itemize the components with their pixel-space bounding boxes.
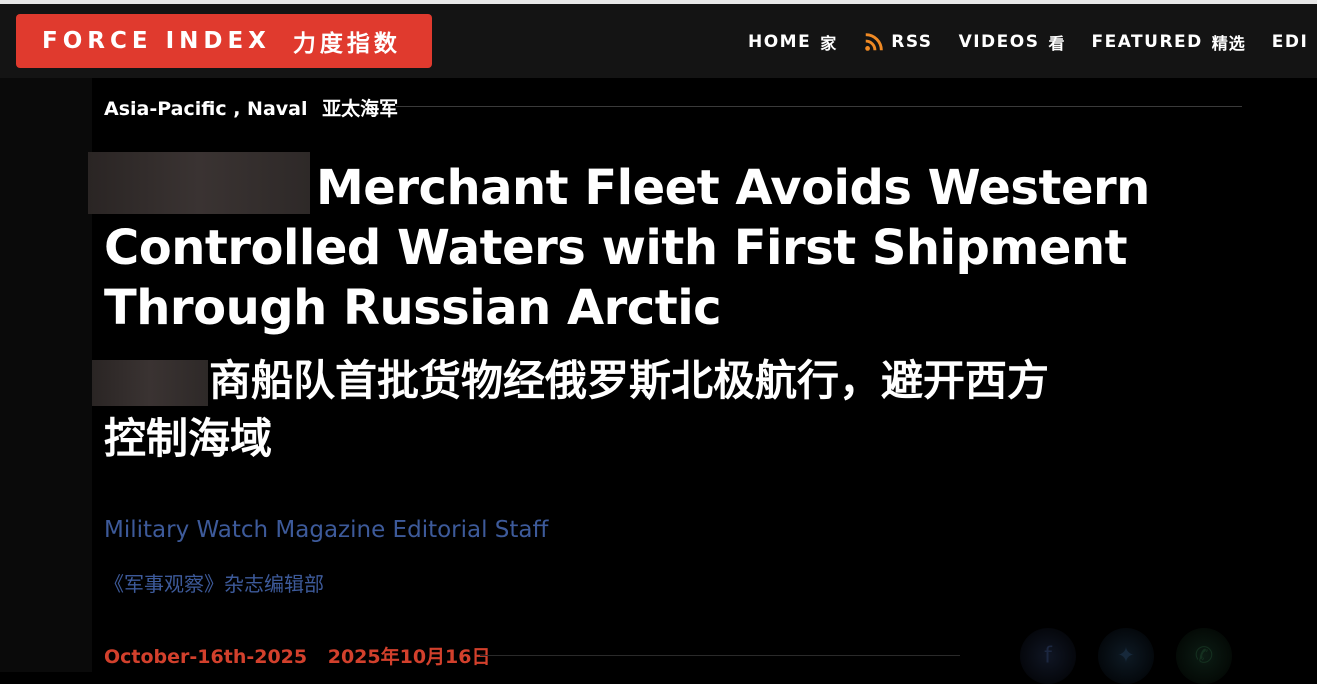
nav-item-videos[interactable]: VIDEOS 看 — [959, 30, 1066, 54]
share-whatsapp-button[interactable]: ✆ — [1176, 628, 1232, 684]
nav-item-label-zh: 精选 — [1211, 34, 1246, 53]
whatsapp-icon: ✆ — [1194, 643, 1214, 669]
nav-item-label: VIDEOS — [958, 32, 1040, 52]
title-text-zh: 商船队首批货物经俄罗斯北极航行，避开西方控制海域 — [104, 356, 1050, 463]
nav-item-editorial[interactable]: EDI — [1272, 32, 1309, 52]
article-category[interactable]: Asia-Pacific , Naval 亚太海军 — [104, 94, 398, 121]
logo-text-en: FORCE INDEX — [42, 28, 271, 54]
article-title-zh: 商船队首批货物经俄罗斯北极航行，避开西方控制海域 — [104, 352, 1064, 468]
article-date: October-16th-2025 2025年10月16日 — [104, 642, 491, 669]
nav-item-label: RSS — [891, 32, 933, 52]
nav-item-label: HOME — [748, 32, 812, 52]
rss-icon — [865, 33, 884, 51]
nav-item-featured[interactable]: FEATURED 精选 — [1091, 30, 1245, 54]
left-gutter — [0, 78, 92, 672]
nav-item-label-zh: 家 — [820, 34, 838, 53]
article-author-zh[interactable]: 《军事观察》杂志编辑部 — [104, 568, 324, 597]
redacted-block — [92, 360, 208, 406]
redacted-block — [88, 152, 310, 214]
main-nav: HOME 家 RSS VIDEOS 看 FEATURED 精选 EDI — [748, 30, 1317, 54]
category-label-en: Asia-Pacific , Naval — [104, 98, 308, 120]
category-label-zh: 亚太海军 — [322, 98, 399, 120]
twitter-icon: ✦ — [1116, 643, 1136, 669]
site-logo[interactable]: FORCE INDEX 力度指数 — [16, 14, 432, 68]
nav-item-home[interactable]: HOME 家 — [748, 30, 837, 54]
share-twitter-button[interactable]: ✦ — [1098, 628, 1154, 684]
nav-item-label-zh: 看 — [1048, 34, 1066, 53]
category-divider — [396, 106, 1242, 107]
site-header: FORCE INDEX 力度指数 HOME 家 RSS VIDEOS 看 FEA… — [0, 4, 1317, 78]
date-divider — [480, 655, 960, 656]
logo-text-zh: 力度指数 — [292, 31, 401, 57]
nav-item-label: FEATURED — [1091, 32, 1203, 52]
nav-item-label: EDI — [1271, 32, 1309, 52]
nav-item-rss[interactable]: RSS — [863, 31, 932, 53]
date-zh: 2025年10月16日 — [327, 646, 491, 668]
facebook-icon: f — [1044, 643, 1052, 669]
date-en: October-16th-2025 — [104, 646, 308, 668]
article-author-en[interactable]: Military Watch Magazine Editorial Staff — [104, 517, 548, 543]
share-facebook-button[interactable]: f — [1020, 628, 1076, 684]
